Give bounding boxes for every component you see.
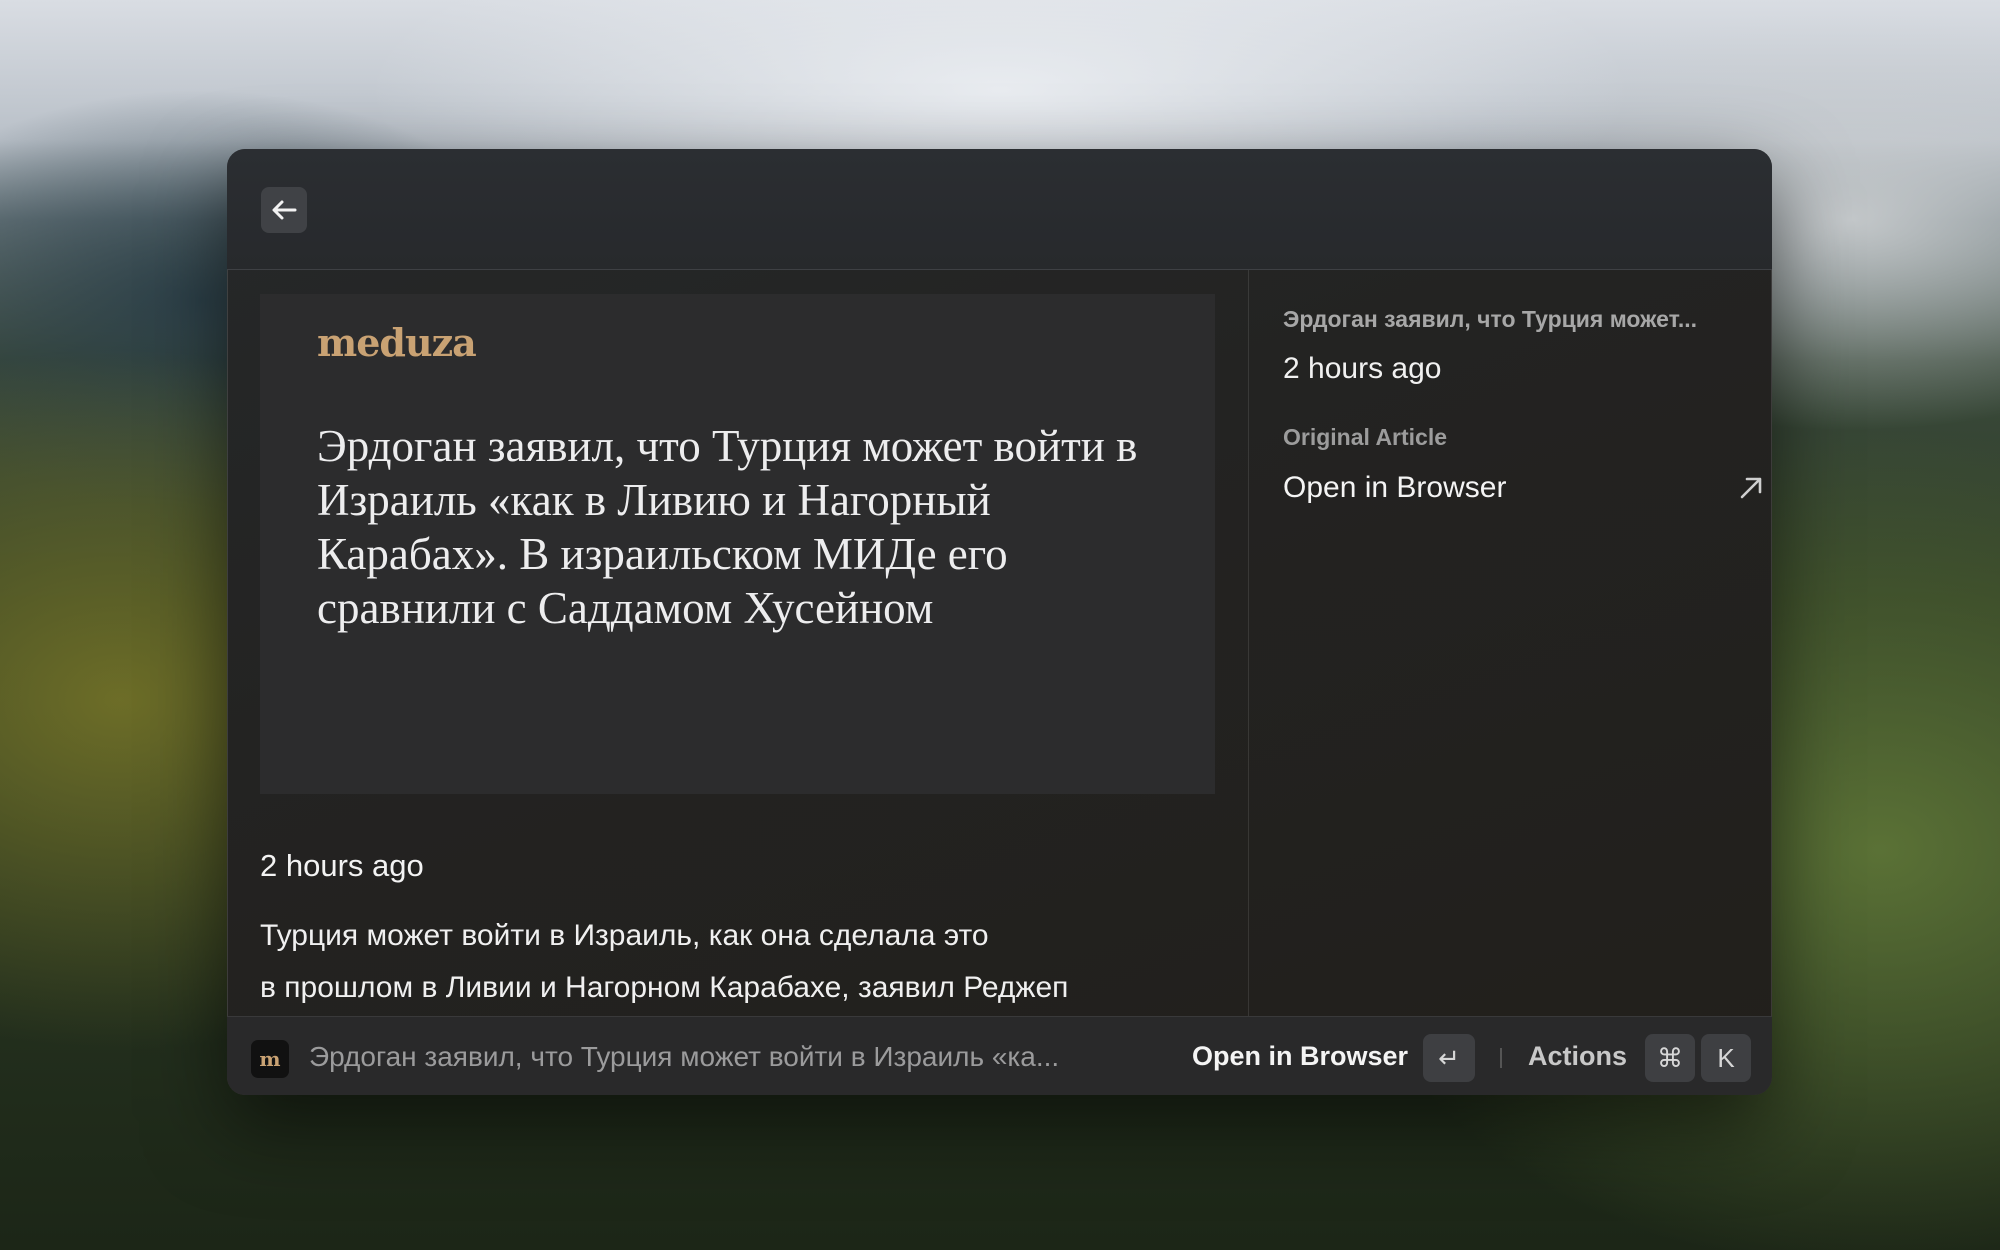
arrow-up-right-icon (1740, 477, 1762, 499)
meduza-favicon-icon: m (251, 1040, 289, 1078)
metadata-title: Эрдоган заявил, что Турция может... (1283, 306, 1698, 332)
enter-key-icon: ↵ (1423, 1034, 1475, 1082)
open-in-browser-link[interactable]: Open in Browser (1283, 465, 1765, 511)
k-key-icon: K (1701, 1034, 1751, 1082)
arrow-left-icon (272, 200, 297, 220)
meduza-logo: meduza (317, 320, 477, 365)
action-bar: m Эрдоган заявил, что Турция может войти… (227, 1016, 1772, 1095)
footer-article-title: Эрдоган заявил, что Турция может войти в… (309, 1041, 1060, 1072)
summary-line: в прошлом в Ливии и Нагорном Карабахе, з… (260, 971, 1069, 1004)
article-time: 2 hours ago (260, 848, 424, 883)
open-in-browser-button[interactable]: Open in Browser (1192, 1041, 1408, 1072)
metadata-panel: Эрдоган заявил, что Турция может... 2 ho… (1249, 270, 1772, 1016)
original-article-label: Original Article (1283, 424, 1448, 450)
command-key-icon: ⌘ (1645, 1034, 1695, 1082)
metadata-time: 2 hours ago (1283, 352, 1442, 385)
top-bar (227, 149, 1772, 270)
article-hero-image: meduza Эрдоган заявил, что Турция может … (260, 294, 1215, 794)
actions-button[interactable]: Actions (1528, 1041, 1627, 1072)
open-in-browser-label: Open in Browser (1283, 471, 1507, 504)
back-button[interactable] (261, 187, 307, 233)
hero-headline: Эрдоган заявил, что Турция может войти в… (317, 421, 1138, 633)
article-window: meduza Эрдоган заявил, что Турция может … (227, 149, 1772, 1095)
summary-line: Турция может войти в Израиль, как она сд… (260, 919, 989, 952)
article-detail[interactable]: meduza Эрдоган заявил, что Турция может … (227, 270, 1248, 1016)
footer-separator (1500, 1048, 1502, 1068)
article-summary: Турция может войти в Израиль, как она сд… (260, 910, 1220, 1014)
